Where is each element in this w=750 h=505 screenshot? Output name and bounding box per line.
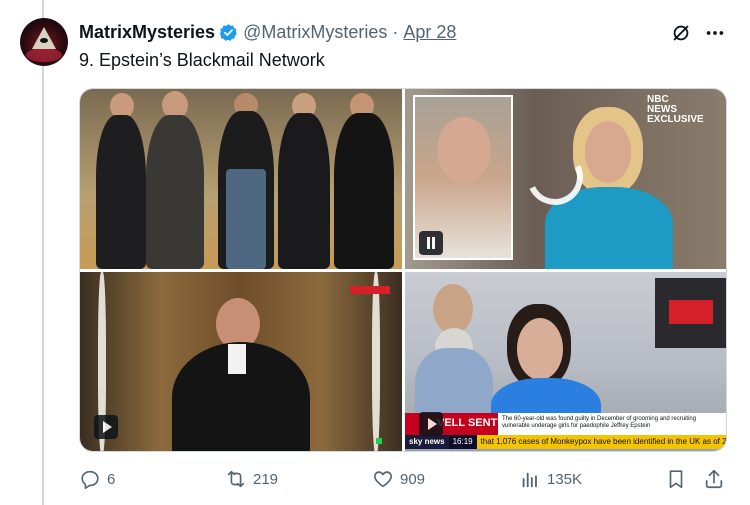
handle[interactable]: @MatrixMysteries	[243, 22, 387, 43]
reply-button[interactable]: 6	[79, 468, 115, 490]
news-video-tile[interactable]: VELL SENTENCING The 60-year-old was foun…	[405, 272, 726, 451]
repost-icon	[227, 470, 245, 488]
share-icon	[705, 469, 723, 489]
avatar[interactable]	[20, 18, 68, 66]
thread-line	[42, 0, 44, 505]
grok-icon[interactable]	[670, 22, 692, 44]
more-options-icon[interactable]	[704, 22, 726, 44]
repost-count: 219	[253, 470, 279, 488]
display-name[interactable]: MatrixMysteries	[79, 22, 215, 43]
action-bar: 6 219 909 135K	[79, 468, 729, 494]
like-count: 909	[400, 470, 426, 488]
separator: ·	[392, 21, 399, 42]
heart-icon	[374, 471, 392, 488]
media-grid: NBC NEWS EXCLUSIVE VELL SENTENCING The 60-…	[79, 88, 727, 452]
interview-video-tile[interactable]: NBC NEWS EXCLUSIVE	[405, 89, 726, 269]
speech-video-tile[interactable]	[80, 272, 402, 451]
repost-button[interactable]: 219	[225, 468, 278, 490]
views-count: 135K	[547, 470, 583, 488]
views-button[interactable]: 135K	[519, 468, 582, 490]
news-banner: VELL SENTENCING The 60-year-old was foun…	[405, 413, 726, 435]
bookmark-icon	[669, 470, 683, 489]
news-ticker: sky news 16:19 that 1,076 cases of Monke…	[405, 435, 726, 449]
like-button[interactable]: 909	[372, 468, 425, 490]
broadcast-time: 16:19	[448, 435, 477, 449]
reply-icon	[81, 470, 99, 489]
channel-logo: sky news	[405, 435, 449, 449]
news-banner-text: The 60-year-old was found guilty in Dece…	[498, 413, 726, 435]
reply-count: 6	[107, 470, 116, 488]
nbc-news-logo: NBC NEWS EXCLUSIVE	[647, 94, 704, 125]
group-photo-tile[interactable]	[80, 89, 402, 269]
post-date[interactable]: Apr 28	[403, 22, 456, 43]
ticker-text: that 1,076 cases of Monkeypox have been …	[476, 435, 726, 449]
share-button[interactable]	[703, 468, 731, 490]
pause-icon[interactable]	[419, 231, 443, 255]
analytics-icon	[522, 472, 537, 488]
play-icon[interactable]	[94, 415, 118, 439]
verified-badge-icon[interactable]	[219, 23, 238, 42]
play-icon[interactable]	[419, 412, 443, 436]
tweet-text: 9. Epstein’s Blackmail Network	[79, 50, 325, 70]
tweet-header: MatrixMysteries @MatrixMysteries · Apr 2…	[79, 21, 456, 43]
bookmark-button[interactable]	[665, 468, 693, 490]
